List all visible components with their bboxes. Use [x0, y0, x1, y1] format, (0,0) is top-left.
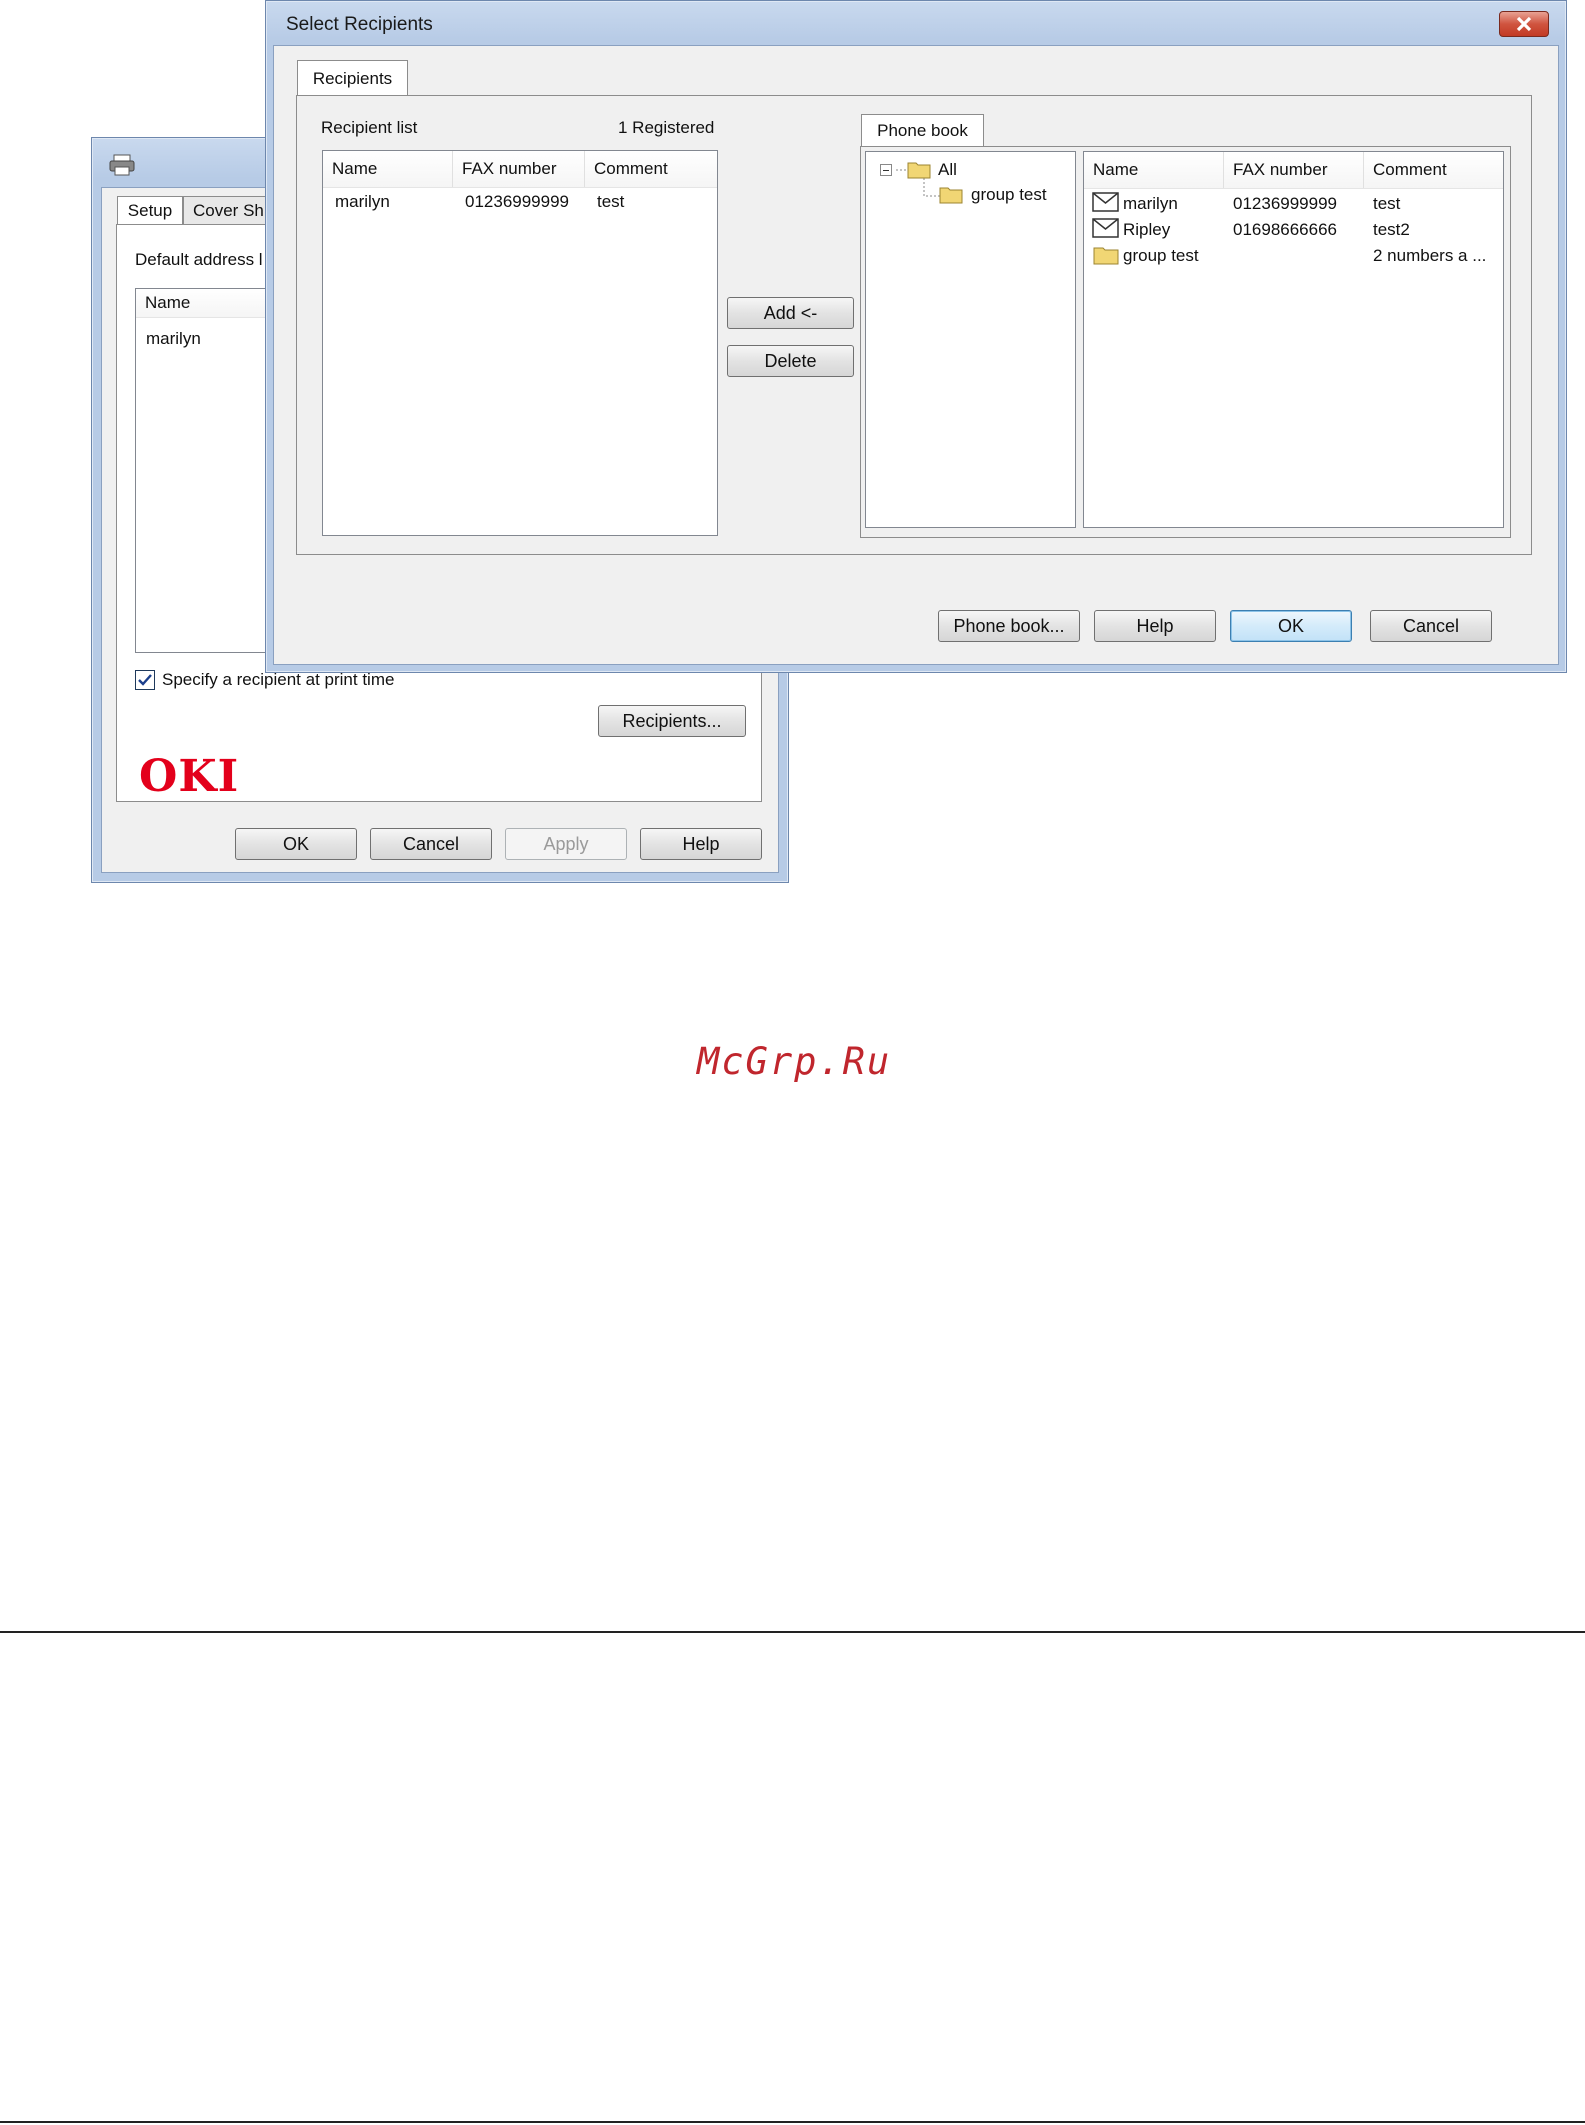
group-tree[interactable]: All group test	[865, 151, 1076, 528]
column-header-comment[interactable]: Comment	[1364, 152, 1503, 188]
recipient-name-cell: marilyn	[335, 192, 390, 211]
contact-comment-cell: test2	[1373, 220, 1410, 239]
envelope-icon	[1092, 192, 1119, 217]
contact-name-cell: Ripley	[1123, 220, 1171, 239]
tree-node-group-test[interactable]: group test	[971, 185, 1047, 205]
recipients-button-label: Recipients...	[622, 710, 722, 731]
delete-button-label: Delete	[764, 350, 817, 371]
tab-setup-label: Setup	[127, 200, 173, 220]
tab-phone-book[interactable]: Phone book	[861, 114, 984, 147]
folder-icon	[907, 160, 931, 184]
help-button-label: Help	[682, 833, 720, 854]
column-header-fax[interactable]: FAX number	[1224, 152, 1364, 188]
column-header-name[interactable]: Name	[1084, 152, 1224, 188]
tab-setup[interactable]: Setup	[117, 196, 183, 224]
tab-recipients-label: Recipients	[312, 68, 393, 88]
phone-book-panel: All group test Name FAX number Comment m…	[860, 146, 1511, 538]
apply-button[interactable]: Apply	[505, 828, 627, 860]
cancel-button[interactable]: Cancel	[1370, 610, 1492, 642]
ok-button-label: OK	[282, 833, 309, 854]
recipient-list-label: Recipient list	[321, 118, 418, 137]
folder-icon	[1093, 245, 1119, 270]
close-button[interactable]	[1499, 11, 1549, 37]
tab-recipients[interactable]: Recipients	[297, 60, 408, 96]
oki-logo: OKI	[139, 751, 240, 802]
column-header-fax[interactable]: FAX number	[453, 151, 585, 187]
phone-book-button-label: Phone book...	[953, 615, 1065, 636]
column-header-name[interactable]: Name	[323, 151, 453, 187]
close-icon	[1516, 16, 1532, 32]
phone-book-list[interactable]: Name FAX number Comment marilyn 01236999…	[1083, 151, 1504, 528]
contact-comment-cell: test	[1373, 194, 1401, 213]
window-title: Select Recipients	[286, 14, 433, 35]
ok-button[interactable]: OK	[235, 828, 357, 860]
checkmark-icon	[138, 674, 152, 686]
add-button-label: Add <-	[763, 302, 818, 323]
recipients-button[interactable]: Recipients...	[598, 705, 746, 737]
specify-recipient-checkbox[interactable]	[135, 670, 155, 690]
printer-icon	[109, 154, 135, 181]
default-address-label: Default address l	[135, 250, 263, 269]
contact-fax-cell: 01236999999	[1233, 194, 1338, 213]
envelope-icon	[1092, 218, 1119, 243]
cancel-button[interactable]: Cancel	[370, 828, 492, 860]
recipient-fax-cell: 01236999999	[465, 192, 570, 211]
help-button[interactable]: Help	[640, 828, 762, 860]
page-divider	[0, 2121, 1585, 2123]
contact-name-cell: marilyn	[1123, 194, 1178, 213]
table-row[interactable]: marilyn 01236999999 test	[1084, 190, 1503, 216]
table-row[interactable]: Ripley 01698666666 test2	[1084, 216, 1503, 242]
ok-button-label: OK	[1277, 615, 1304, 636]
contact-name-cell: group test	[1123, 246, 1199, 265]
recipient-list-header: Name FAX number Comment	[323, 151, 717, 188]
collapse-toggle[interactable]	[880, 164, 892, 176]
column-header-comment[interactable]: Comment	[585, 151, 717, 187]
delete-button[interactable]: Delete	[727, 345, 854, 377]
list-item[interactable]: marilyn	[146, 329, 201, 349]
help-button-label: Help	[1136, 615, 1174, 636]
recipients-tab-page: Recipient list 1 Registered Name FAX num…	[296, 95, 1532, 555]
folder-icon	[939, 185, 963, 209]
add-button[interactable]: Add <-	[727, 297, 854, 329]
cancel-button-label: Cancel	[402, 833, 460, 854]
select-recipients-body: Recipients Recipient list 1 Registered N…	[273, 45, 1559, 665]
help-button[interactable]: Help	[1094, 610, 1216, 642]
contact-fax-cell: 01698666666	[1233, 220, 1338, 239]
table-row[interactable]: group test 2 numbers a ...	[1084, 242, 1503, 268]
apply-button-label: Apply	[543, 833, 589, 854]
select-recipients-window: Select Recipients Recipients Recipient l…	[265, 0, 1567, 673]
tab-cover-sheet-label: Cover Sh	[193, 200, 264, 220]
watermark: McGrp.Ru	[697, 1040, 892, 1083]
table-row[interactable]: marilyn 01236999999 test	[323, 189, 717, 215]
tree-node-all[interactable]: All	[938, 160, 957, 180]
registered-count: 1 Registered	[618, 118, 715, 137]
page-divider	[0, 1631, 1585, 1633]
specify-recipient-label[interactable]: Specify a recipient at print time	[162, 670, 394, 690]
recipient-list[interactable]: Name FAX number Comment marilyn 01236999…	[322, 150, 718, 536]
contact-comment-cell: 2 numbers a ...	[1373, 246, 1487, 265]
phone-book-list-header: Name FAX number Comment	[1084, 152, 1503, 189]
tab-phone-book-label: Phone book	[877, 121, 968, 140]
cancel-button-label: Cancel	[1402, 615, 1460, 636]
ok-button[interactable]: OK	[1230, 610, 1352, 642]
recipient-comment-cell: test	[597, 192, 625, 211]
phone-book-button[interactable]: Phone book...	[938, 610, 1080, 642]
